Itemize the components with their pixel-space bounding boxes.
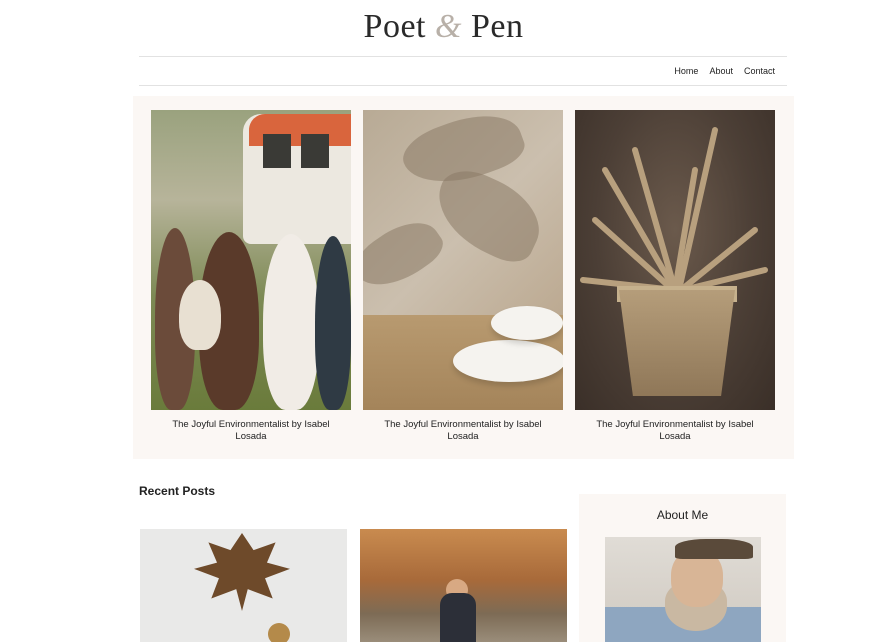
header-divider-bottom [139,85,787,86]
featured-card[interactable]: The Joyful Environmentalist by Isabel Lo… [151,110,351,443]
cardboard-plant-photo[interactable] [575,110,775,410]
site-title-part2: Pen [470,8,524,45]
featured-card[interactable]: The Joyful Environmentalist by Isabel Lo… [575,110,775,443]
nav-about-link[interactable]: About [709,66,733,76]
recent-posts-heading: Recent Posts [139,484,216,498]
cardboard-leaves-shape [580,127,768,293]
person-shape [263,234,319,410]
hat-shape [675,539,753,559]
recent-post-autumn-leaf-photo[interactable] [140,529,347,642]
white-discs-shadow-photo[interactable] [363,110,563,410]
nav-contact-link[interactable]: Contact [744,66,775,76]
site-title-ampersand: & [435,8,462,45]
disc-shape [491,306,563,340]
person-shape [315,236,351,410]
featured-card-caption[interactable]: The Joyful Environmentalist by Isabel Lo… [363,419,563,443]
header-divider-top [139,56,787,57]
acorn-shape [268,623,290,642]
site-title[interactable]: Poet & Pen [0,8,887,46]
featured-card-caption[interactable]: The Joyful Environmentalist by Isabel Lo… [575,419,775,443]
dog-shape [179,280,221,350]
featured-posts-panel: The Joyful Environmentalist by Isabel Lo… [133,96,794,459]
van-window-shape [263,134,291,168]
recent-post-girl-leaves-photo[interactable] [360,529,567,642]
disc-shape [453,340,563,382]
van-window-shape [301,134,329,168]
nav-home-link[interactable]: Home [674,66,698,76]
about-me-heading: About Me [656,508,709,522]
about-me-widget: About Me [579,494,786,642]
leaf-shape [194,533,290,611]
featured-card-caption[interactable]: The Joyful Environmentalist by Isabel Lo… [151,419,351,443]
featured-card[interactable]: The Joyful Environmentalist by Isabel Lo… [363,110,563,443]
site-title-part1: Poet [363,8,426,45]
girl-body-shape [440,593,476,642]
bearded-man-hat-photo [605,537,761,642]
pot-shape [619,290,735,396]
friends-picnic-van-photo[interactable] [151,110,351,410]
leaf-shadow-shape [363,208,450,302]
main-nav: Home About Contact [674,66,775,76]
